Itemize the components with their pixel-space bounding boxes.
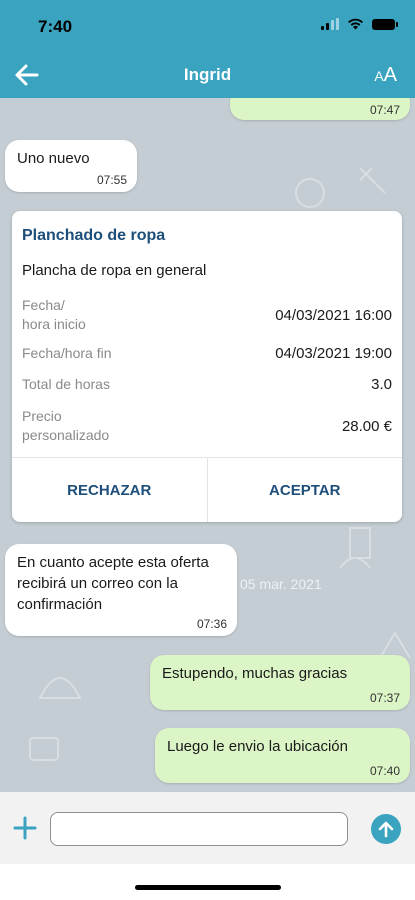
composer-bar [0,792,415,864]
wifi-icon [348,18,363,30]
message-time: 07:40 [369,764,400,778]
message-input[interactable] [50,812,348,846]
font-size-button[interactable]: AA [374,64,397,87]
date-separator: 05 mar. 2021 [240,576,322,592]
status-bar: 7:40 [0,0,415,52]
message-text: Uno nuevo [17,150,90,167]
send-button[interactable] [371,814,401,844]
reject-button[interactable]: RECHAZAR [12,458,207,522]
offer-row-label: Total de horas [22,376,110,392]
chat-area[interactable]: 07:47 Uno nuevo 07:55 Planchado de ropa … [0,98,415,792]
message-time: 07:55 [96,173,127,187]
offer-row-end: Fecha/hora fin 04/03/2021 19:00 [22,344,392,363]
offer-row-value: 28.00 € [341,417,392,435]
message-bubble-outgoing[interactable]: Luego le envio la ubicación 07:40 [155,728,410,783]
signal-icon [321,18,339,30]
font-size-large-label: A [383,64,397,86]
arrow-up-icon [378,821,394,838]
offer-row-label: Precio personalizado [22,408,110,443]
message-text: En cuanto acepte esta oferta recibirá un… [17,554,209,613]
battery-icon [372,18,398,30]
message-bubble-incoming[interactable]: En cuanto acepte esta oferta recibirá un… [5,544,237,636]
accept-button[interactable]: ACEPTAR [206,458,403,522]
status-icons [321,18,398,30]
message-text: Luego le envio la ubicación [167,738,348,755]
nav-bar: Ingrid AA [0,52,415,98]
offer-title: Planchado de ropa [22,227,166,244]
offer-row-value: 04/03/2021 16:00 [275,306,392,324]
message-time: 07:47 [369,103,400,117]
home-indicator[interactable] [135,885,281,890]
offer-card: Planchado de ropa Plancha de ropa en gen… [12,211,402,522]
offer-row-price: Precio personalizado 28.00 € [22,407,392,445]
message-time: 07:37 [369,691,400,705]
plus-icon [13,816,37,840]
offer-row-value: 04/03/2021 19:00 [275,345,392,362]
font-size-small-label: A [374,68,384,84]
offer-row-label: Fecha/hora fin [22,345,112,361]
message-bubble-outgoing[interactable]: 07:47 [230,98,410,120]
offer-row-start: Fecha/ hora inicio 04/03/2021 16:00 [22,296,392,334]
offer-description: Plancha de ropa en general [22,262,207,279]
message-text: Estupendo, muchas gracias [162,665,348,682]
message-bubble-incoming[interactable]: Uno nuevo 07:55 [5,140,137,192]
status-time: 7:40 [38,17,73,36]
offer-row-label: Fecha/ hora inicio [22,297,86,332]
home-area [0,864,415,900]
offer-row-value: 3.0 [371,376,392,393]
offer-actions: RECHAZAR ACEPTAR [12,457,402,522]
message-time: 07:36 [196,617,227,631]
chat-title: Ingrid [183,65,232,84]
attach-button[interactable] [12,815,38,841]
offer-row-hours: Total de horas 3.0 [22,375,392,394]
message-bubble-outgoing[interactable]: Estupendo, muchas gracias 07:37 [150,655,410,710]
